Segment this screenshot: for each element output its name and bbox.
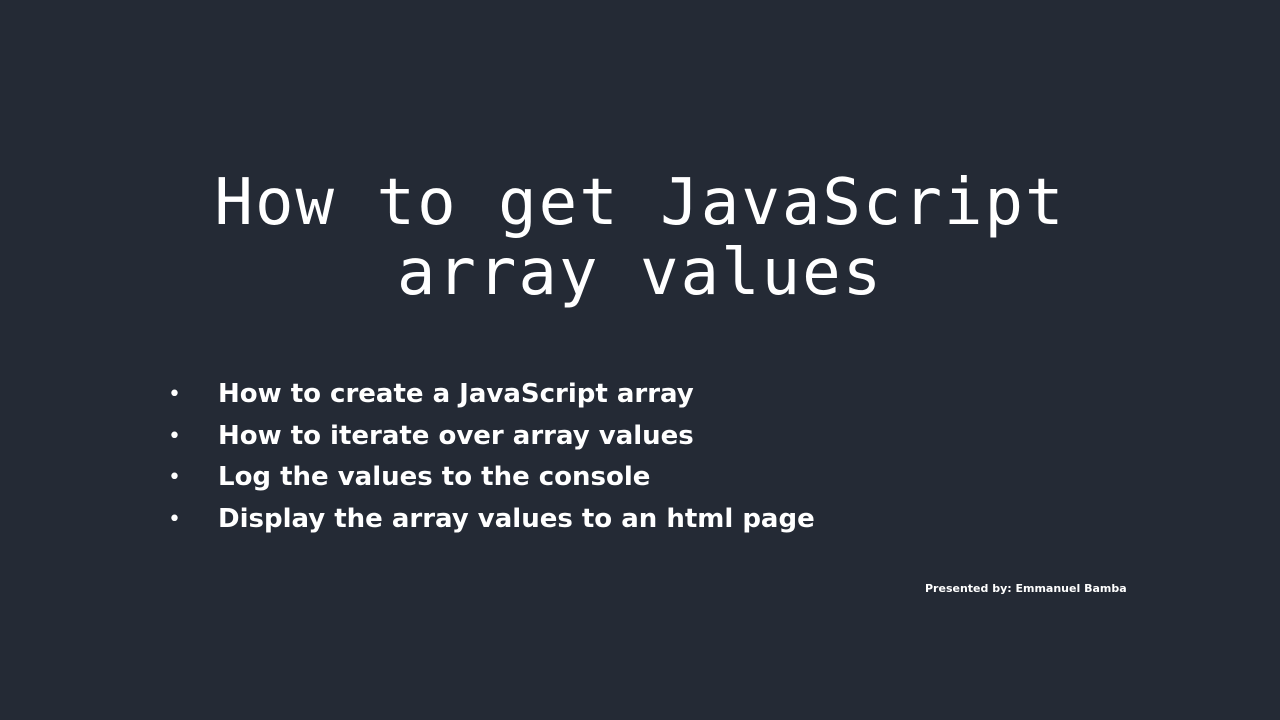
list-item: • How to create a JavaScript array bbox=[168, 374, 815, 416]
bullet-icon: • bbox=[168, 506, 181, 532]
list-item: • Log the values to the console bbox=[168, 457, 815, 499]
bullet-text: How to create a JavaScript array bbox=[218, 379, 694, 409]
slide-title-line-1: How to get JavaScript bbox=[214, 166, 1066, 240]
bullet-text: Log the values to the console bbox=[218, 462, 651, 492]
bullet-list: • How to create a JavaScript array • How… bbox=[168, 374, 815, 540]
presentation-slide: How to get JavaScript array values • How… bbox=[0, 0, 1280, 720]
presenter-credit: Presented by: Emmanuel Bamba bbox=[925, 582, 1127, 595]
list-item: • How to iterate over array values bbox=[168, 416, 815, 458]
slide-title-line-2: array values bbox=[396, 236, 884, 310]
bullet-icon: • bbox=[168, 423, 181, 449]
bullet-text: Display the array values to an html page bbox=[218, 503, 815, 534]
list-item: • Display the array values to an html pa… bbox=[168, 499, 815, 541]
slide-title: How to get JavaScript array values bbox=[140, 168, 1140, 308]
bullet-text: How to iterate over array values bbox=[218, 420, 694, 451]
bullet-icon: • bbox=[168, 465, 181, 490]
bullet-icon: • bbox=[168, 382, 181, 407]
